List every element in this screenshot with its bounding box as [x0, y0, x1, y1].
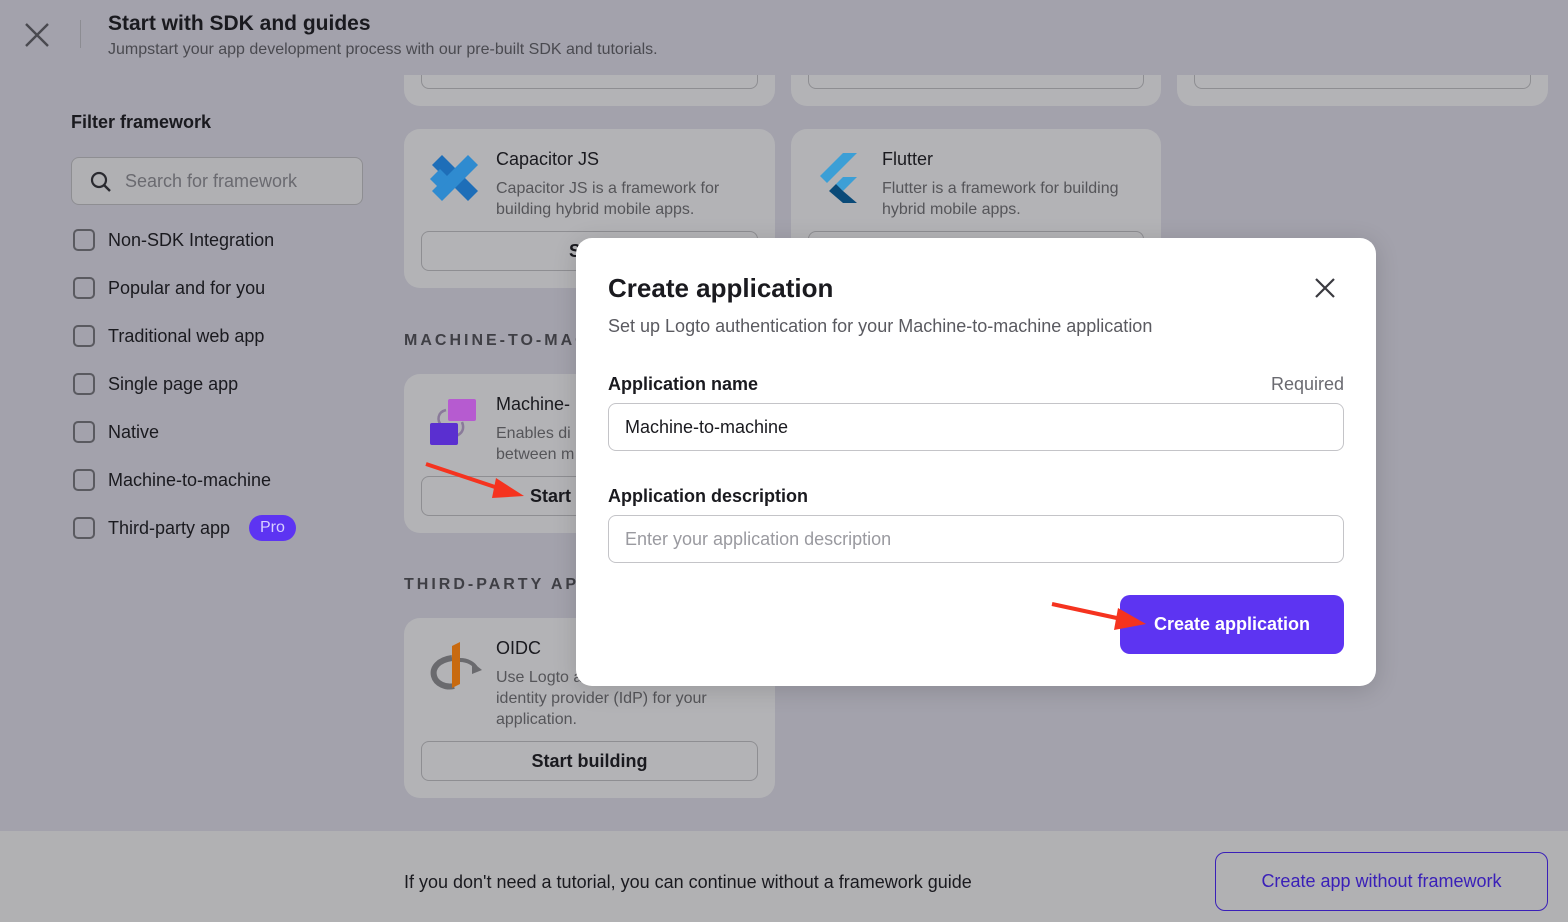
card-description: identity provider (IdP) for your applica…	[496, 690, 707, 728]
create-application-modal: Create application Set up Logto authenti…	[576, 238, 1376, 686]
annotation-arrow-icon	[425, 462, 524, 498]
card-title: OIDC	[496, 638, 541, 658]
annotation-arrow-icon	[1051, 602, 1146, 630]
checkbox-third-party[interactable]	[73, 517, 95, 539]
modal-subtitle: Set up Logto authentication for your Mac…	[608, 316, 1153, 336]
filter-label: Popular and for you	[108, 278, 266, 298]
required-label: Required	[1270, 374, 1344, 394]
application-name-input[interactable]: Machine-to-machine	[608, 403, 1344, 451]
capacitor-logo-icon	[430, 155, 478, 201]
checkbox-m2m[interactable]	[73, 469, 95, 491]
filter-label: Non-SDK Integration	[108, 230, 275, 250]
card-title: Capacitor JS	[496, 149, 600, 169]
start-building-button[interactable]	[808, 75, 1144, 89]
create-application-button[interactable]: Create application	[1120, 595, 1344, 654]
checkbox-non-sdk[interactable]	[73, 229, 95, 251]
card-description: Flutter is a framework for building hybr…	[882, 180, 1119, 218]
filter-label: Native	[108, 422, 160, 442]
application-description-input[interactable]: Enter your application description	[608, 515, 1344, 563]
filter-label: Single page app	[108, 374, 239, 394]
framework-card	[791, 75, 1161, 106]
modal-close-icon[interactable]	[1315, 278, 1335, 298]
search-icon	[90, 171, 111, 192]
section-machine-to-machine: MACHINE-TO-MAC	[404, 332, 590, 349]
filter-title: Filter framework	[71, 112, 212, 132]
close-icon[interactable]	[24, 22, 50, 48]
checkbox-traditional-web[interactable]	[73, 325, 95, 347]
search-placeholder: Search for framework	[125, 171, 298, 191]
application-description-label: Application description	[608, 486, 809, 506]
page-subtitle: Jumpstart your app development process w…	[108, 41, 658, 58]
card-title: Machine-	[496, 394, 571, 414]
cards-scroll-area	[404, 75, 1554, 110]
checkbox-native[interactable]	[73, 421, 95, 443]
application-name-label: Application name	[608, 374, 759, 394]
checkbox-popular[interactable]	[73, 277, 95, 299]
card-description: Capacitor JS is a framework for building…	[496, 180, 720, 218]
pro-badge: Pro	[249, 515, 296, 541]
page-title: Start with SDK and guides	[108, 12, 371, 35]
start-building-button[interactable]: Start building	[421, 741, 758, 781]
openid-logo-icon	[430, 642, 482, 690]
modal-title: Create application	[608, 273, 834, 303]
create-app-without-framework-button[interactable]: Create app without framework	[1215, 852, 1548, 911]
flutter-logo-icon	[820, 153, 857, 203]
framework-card	[1177, 75, 1548, 106]
start-building-button[interactable]	[421, 75, 758, 89]
card-title: Flutter	[882, 149, 934, 169]
button-label: Start	[530, 486, 572, 506]
search-input[interactable]: Search for framework	[71, 157, 363, 205]
header-divider	[80, 20, 81, 48]
framework-card	[404, 75, 775, 106]
filter-label: Machine-to-machine	[108, 470, 272, 490]
footer-text: If you don't need a tutorial, you can co…	[404, 872, 972, 892]
footer-bar: If you don't need a tutorial, you can co…	[0, 831, 1568, 922]
section-third-party: THIRD-PARTY APP	[404, 576, 593, 593]
m2m-servers-icon	[430, 399, 476, 445]
filter-label: Third-party app	[108, 518, 231, 538]
checkbox-spa[interactable]	[73, 373, 95, 395]
start-building-button[interactable]	[1194, 75, 1531, 89]
filter-label: Traditional web app	[108, 326, 265, 346]
